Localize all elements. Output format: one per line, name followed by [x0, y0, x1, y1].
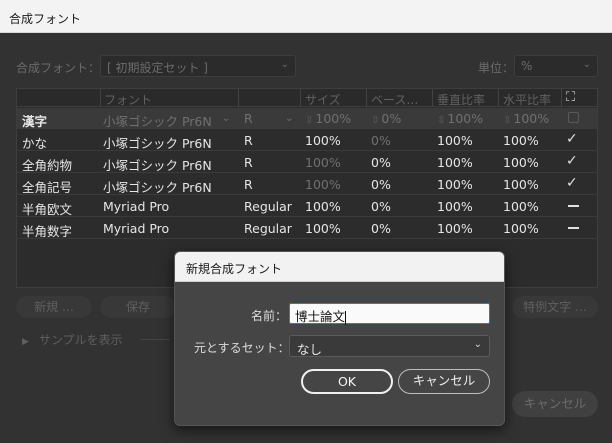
new-button[interactable]: 新規 … [16, 296, 92, 318]
unit-value: % [521, 59, 533, 73]
dialog-title: 新規合成フォント [186, 262, 283, 276]
window-title: 合成フォント [9, 12, 82, 26]
chevron-down-icon: ⌄ [582, 59, 591, 70]
base-set-label: 元とするセット： [194, 341, 290, 355]
cancel-button[interactable]: キャンセル [398, 369, 490, 394]
stepper-icon: ⇳ [437, 115, 446, 126]
composite-font-label: 合成フォント： [16, 61, 101, 75]
base-set-dropdown[interactable]: なし ⌄ [289, 335, 490, 357]
disclosure-triangle-icon: ▶ [22, 337, 29, 347]
dash-icon[interactable] [568, 205, 579, 207]
chevron-down-icon: ⌄ [222, 113, 231, 124]
table-row[interactable]: 全角約物 小塚ゴシック Pr6N R 100% 0% 100% 100% ✓ [17, 152, 597, 173]
table-row[interactable]: 半角欧文 Myriad Pro Regular 100% 0% 100% 100… [17, 196, 597, 217]
check-icon[interactable]: ✓ [566, 131, 578, 147]
dash-icon[interactable] [568, 227, 579, 229]
header-size: サイズ [305, 93, 341, 107]
unit-dropdown[interactable]: % ⌄ [514, 55, 598, 77]
header-font: フォント [104, 93, 153, 107]
ok-button[interactable]: OK [301, 369, 393, 394]
new-composite-font-dialog: 新規合成フォント 名前： 博士論文 元とするセット： なし ⌄ OK キャンセル [174, 251, 505, 426]
base-set-value: なし [297, 342, 323, 357]
table-row[interactable]: 漢字 小塚ゴシック Pr6N ⌄ R ⌄ ⇳ 100% ⇳ 0% ⇳ 100% ⇳ 10… [17, 108, 597, 129]
divider [140, 339, 170, 340]
composite-font-dropdown[interactable]: [ 初期設定セット ] ⌄ [100, 55, 296, 77]
chevron-down-icon: ⌄ [280, 59, 289, 70]
composite-font-value: [ 初期設定セット ] [107, 61, 208, 75]
unit-label: 単位： [478, 61, 515, 75]
stepper-icon: ⇳ [503, 115, 512, 126]
name-value: 博士論文 [295, 309, 346, 324]
check-icon[interactable]: ✓ [566, 153, 578, 169]
text-caret [345, 310, 347, 325]
check-icon[interactable]: ✓ [566, 175, 578, 191]
header-hscale: 水平比率 [503, 93, 552, 107]
cancel-button-background[interactable]: キャンセル [512, 391, 598, 417]
header-baseline: ベース… [371, 93, 419, 107]
header-vscale: 垂直比率 [437, 93, 486, 107]
row-checkbox[interactable] [568, 112, 579, 123]
save-button[interactable]: 保存 [100, 296, 176, 318]
table-row[interactable]: 半角数字 Myriad Pro Regular 100% 0% 100% 100… [17, 218, 597, 239]
table-row[interactable]: 全角記号 小塚ゴシック Pr6N R 100% 0% 100% 100% ✓ [17, 174, 597, 195]
stepper-icon: ⇳ [371, 115, 380, 126]
name-input[interactable]: 博士論文 [289, 303, 490, 325]
stepper-icon: ⇳ [305, 115, 314, 126]
exception-chars-button[interactable]: 特例文字 … [512, 296, 598, 318]
chevron-down-icon: ⌄ [285, 113, 294, 124]
chevron-down-icon: ⌄ [473, 339, 482, 350]
name-label: 名前： [251, 309, 288, 323]
show-sample-toggle[interactable]: ▶ サンプルを表示 [22, 331, 123, 348]
table-row[interactable]: かな 小塚ゴシック Pr6N R 100% 0% 100% 100% ✓ [17, 130, 597, 151]
window-titlebar: 合成フォント [0, 0, 612, 33]
expand-icon[interactable]: ⛶ [566, 90, 582, 106]
dialog-titlebar: 新規合成フォント [175, 252, 504, 282]
table-header: フォント サイズ ベース… 垂直比率 水平比率 ⛶ [17, 89, 597, 107]
